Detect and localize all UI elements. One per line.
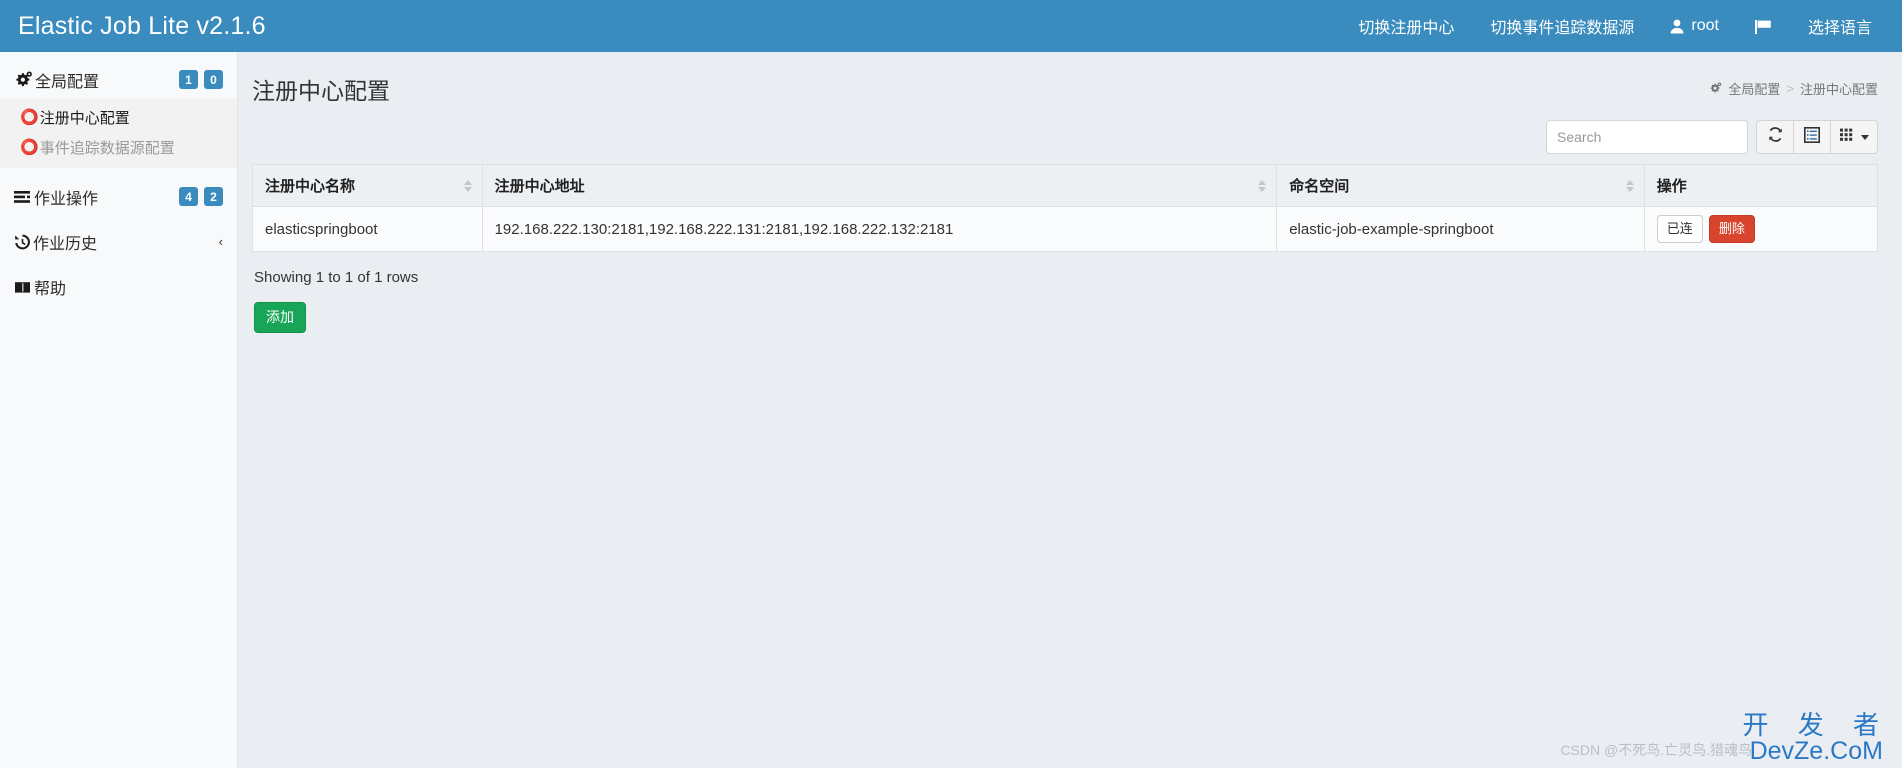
add-button[interactable]: 添加 [254,302,306,333]
toggle-view-button[interactable] [1793,120,1831,154]
watermark-devze-en: DevZe.CoM [1749,736,1883,765]
cell-operation: 已连 删除 [1643,206,1879,252]
sidebar-item-registry-center-config[interactable]: ⭕ 注册中心配置 [0,102,237,132]
book-icon [14,280,32,294]
sidebar-item-job-history[interactable]: 作业历史 ‹ [0,223,237,260]
sidebar-item-event-trace-datasource-config-label: 事件追踪数据源配置 [39,139,175,157]
column-header-operation-label: 操作 [1656,178,1687,195]
app-brand[interactable]: Elastic Job Lite v2.1.6 [0,12,266,41]
rows-info: Showing 1 to 1 of 1 rows [254,269,419,286]
breadcrumb-item-current: 注册中心配置 [1799,82,1878,97]
table-row[interactable]: elasticspringboot 192.168.222.130:2181,1… [252,206,1879,252]
sidebar: 全局配置 1 0 ⭕ 注册中心配置 ⭕ 事件追踪数据源配置 作业操作 4 2 作… [0,52,238,768]
sidebar-item-job-operation-label: 作业操作 [34,190,99,208]
table-toolbar-buttons [1756,120,1878,154]
nav-select-language-label: 选择语言 [1807,20,1872,37]
history-icon [14,234,31,250]
table-header-row: 注册中心名称 注册中心地址 命名空间 操作 [252,164,1879,207]
sidebar-item-registry-center-config-label: 注册中心配置 [39,109,130,127]
sidebar-divider [0,168,237,178]
circle-icon: ⭕ [20,139,39,156]
nav-switch-event-trace-datasource[interactable]: 切换事件追踪数据源 [1472,0,1652,52]
list-view-icon [1804,126,1820,148]
watermark-devze-cn: 开 发 者 [1742,710,1890,741]
nav-switch-registry-center[interactable]: 切换注册中心 [1340,0,1472,52]
breadcrumb-gears-icon [1709,81,1722,96]
page-title: 注册中心配置 [252,78,390,104]
columns-grid-icon [1839,128,1856,147]
sidebar-item-global-config[interactable]: 全局配置 1 0 [0,61,237,98]
refresh-icon [1767,126,1784,148]
delete-button[interactable]: 删除 [1708,215,1755,243]
cell-registry-name: elasticspringboot [252,206,483,252]
sidebar-global-config-badges: 1 0 [179,70,223,89]
sidebar-item-event-trace-datasource-config[interactable]: ⭕ 事件追踪数据源配置 [0,132,237,162]
user-icon [1670,19,1684,34]
watermark-csdn: CSDN @不死鸟.亡灵鸟.猎魂鸟 [1560,742,1752,758]
breadcrumb: 全局配置 > 注册中心配置 [1709,79,1878,98]
badge-global-config-primary: 1 [179,70,198,89]
registry-center-table: 注册中心名称 注册中心地址 命名空间 操作 elasticspringboot … [252,164,1879,252]
sort-toggle-registry-address[interactable] [1258,179,1267,192]
sidebar-item-help-label: 帮助 [34,280,67,298]
column-header-operation: 操作 [1643,164,1879,207]
column-header-namespace[interactable]: 命名空间 [1276,164,1645,207]
search-input[interactable] [1546,120,1748,154]
registry-center-panel: 注册中心名称 注册中心地址 命名空间 操作 [238,112,1902,333]
row-action-buttons: 已连 删除 [1656,215,1865,243]
chevron-down-icon [1860,134,1869,140]
refresh-button[interactable] [1756,120,1794,154]
circle-icon: ⭕ [20,109,39,126]
nav-select-language[interactable]: 选择语言 [1790,0,1890,52]
page-header: 注册中心配置 全局配置 > 注册中心配置 [238,52,1902,112]
sort-toggle-namespace[interactable] [1625,179,1634,192]
column-header-registry-name[interactable]: 注册中心名称 [252,164,483,207]
sidebar-item-global-config-label: 全局配置 [35,73,100,91]
watermark-devze: 开 发 者 DevZe.CoM [1743,712,1890,764]
breadcrumb-item-global-config[interactable]: 全局配置 [1728,79,1780,98]
nav-flag-button[interactable] [1737,0,1790,52]
badge-job-operation-primary: 4 [179,187,198,206]
sort-toggle-registry-name[interactable] [463,179,472,192]
cell-namespace: elastic-job-example-springboot [1276,206,1645,252]
column-header-registry-address[interactable]: 注册中心地址 [481,164,1278,207]
column-header-namespace-label: 命名空间 [1289,178,1350,195]
top-navbar: Elastic Job Lite v2.1.6 切换注册中心 切换事件追踪数据源… [0,0,1902,52]
sidebar-job-operation-badges: 4 2 [179,187,223,206]
connect-button[interactable]: 已连 [1656,215,1703,243]
add-button-wrap: 添加 [252,286,1878,333]
sidebar-submenu-global-config: ⭕ 注册中心配置 ⭕ 事件追踪数据源配置 [0,98,237,168]
nav-user-menu[interactable]: root [1652,0,1737,52]
flag-icon [1754,19,1772,34]
table-header: 注册中心名称 注册中心地址 命名空间 操作 [252,164,1879,207]
tasks-icon [14,190,32,204]
badge-global-config-secondary: 0 [204,70,223,89]
nav-switch-registry-center-label: 切换注册中心 [1358,20,1455,37]
column-header-registry-name-label: 注册中心名称 [265,178,356,195]
breadcrumb-separator: > [1786,81,1794,96]
column-header-registry-address-label: 注册中心地址 [494,178,585,195]
badge-job-operation-secondary: 2 [204,187,223,206]
chevron-left-icon[interactable]: ‹ [219,234,223,249]
cell-registry-address: 192.168.222.130:2181,192.168.222.131:218… [481,206,1278,252]
sidebar-item-job-history-label: 作业历史 [33,235,98,253]
navbar-right-menu: 切换注册中心 切换事件追踪数据源 root 选择语言 [1340,0,1902,52]
sidebar-item-job-operation[interactable]: 作业操作 4 2 [0,178,237,215]
nav-username: root [1691,17,1719,34]
table-body: elasticspringboot 192.168.222.130:2181,1… [252,206,1879,252]
columns-dropdown-button[interactable] [1830,120,1878,154]
nav-switch-event-trace-datasource-label: 切换事件追踪数据源 [1490,20,1635,37]
table-toolbar [252,112,1878,164]
sidebar-item-help[interactable]: 帮助 [0,268,237,305]
gears-icon [14,71,33,88]
main-content: 注册中心配置 全局配置 > 注册中心配置 Search 注册中心名称 注册中心地… [238,52,1902,768]
